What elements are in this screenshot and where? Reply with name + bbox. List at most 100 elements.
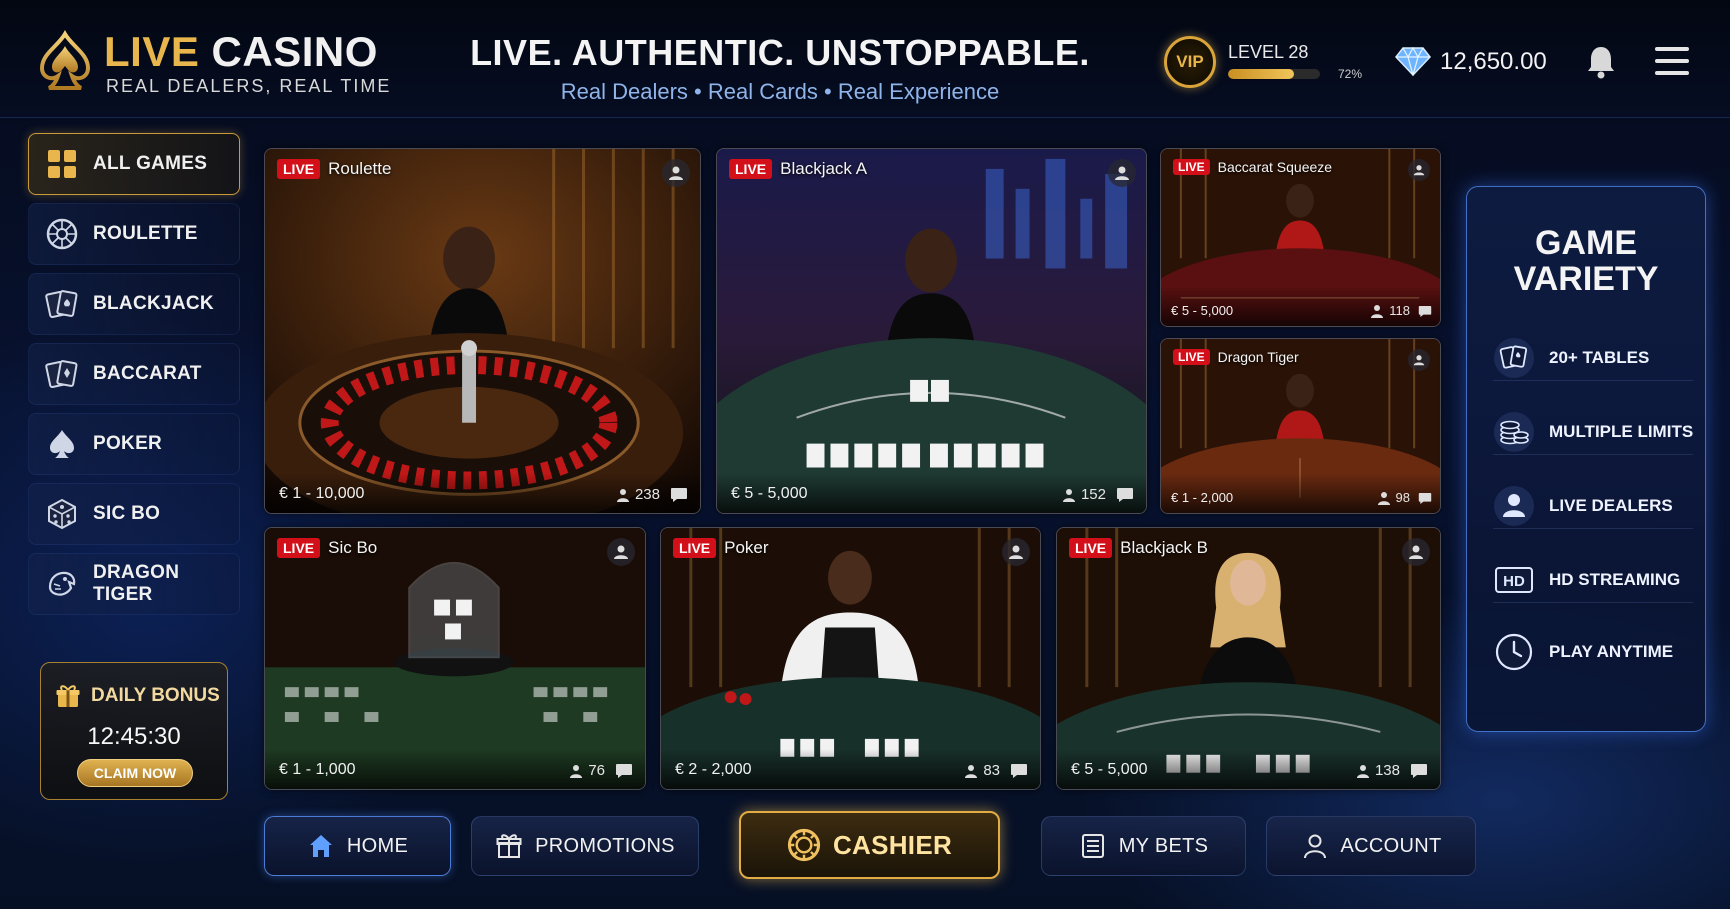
dealer-info-icon[interactable] — [1002, 538, 1030, 566]
variety-item-dealers: LIVE DEALERS — [1493, 483, 1693, 529]
variety-label: PLAY ANYTIME — [1549, 642, 1674, 661]
variety-item-anytime: PLAY ANYTIME — [1493, 629, 1693, 675]
logo-title-live: LIVE — [104, 28, 200, 75]
player-count-value: 238 — [634, 486, 660, 503]
subtagline: Real Dealers • Real Cards • Real Experie… — [560, 79, 1000, 104]
chat-icon[interactable] — [1010, 763, 1028, 779]
user-icon — [570, 764, 583, 778]
game-variety-title: GAME VARIETY — [1467, 225, 1705, 297]
balance-value[interactable]: 12,650.00 — [1440, 48, 1547, 76]
live-badge: LIVE — [277, 159, 321, 179]
card-header: LIVE Blackjack B — [1069, 538, 1208, 558]
live-badge: LIVE — [729, 159, 773, 179]
nav-label: ACCOUNT — [1340, 834, 1442, 857]
live-badge: LIVE — [277, 538, 321, 558]
game-title: Roulette — [328, 159, 392, 178]
live-badge: LIVE — [1173, 349, 1210, 365]
user-icon — [1377, 491, 1390, 505]
dealer-info-icon[interactable] — [662, 159, 690, 187]
player-count: 118 — [1370, 303, 1410, 318]
player-count-value: 138 — [1374, 762, 1400, 779]
game-card-sic-bo[interactable]: LIVE Sic Bo € 1 - 1,000 76 — [264, 527, 646, 790]
level-progress-text: 72% — [1338, 67, 1363, 81]
card-footer: € 1 - 1,000 76 — [265, 749, 645, 789]
daily-bonus-timer: 12:45:30 — [87, 723, 181, 750]
level-label: LEVEL 28 — [1228, 42, 1309, 62]
chat-icon[interactable] — [615, 763, 633, 779]
sidebar-item-baccarat[interactable]: BACCARAT — [28, 343, 240, 405]
player-count: 83 — [964, 762, 1000, 779]
daily-bonus-card: DAILY BONUS 12:45:30 CLAIM NOW — [40, 662, 228, 800]
user-icon — [965, 764, 978, 778]
dealer-info-icon[interactable] — [1408, 349, 1430, 371]
live-badge: LIVE — [1069, 538, 1113, 558]
card-header: LIVE Roulette — [277, 159, 391, 179]
user-icon — [616, 488, 629, 502]
card-footer: € 5 - 5,000 118 — [1161, 286, 1440, 326]
card-footer: € 2 - 2,000 83 — [661, 749, 1040, 789]
cards-icon — [45, 290, 78, 319]
game-title: Sic Bo — [328, 538, 378, 557]
bet-limits: € 1 - 10,000 — [279, 485, 365, 502]
sidebar-item-label: SIC BO — [93, 503, 161, 524]
game-title: Baccarat Squeeze — [1217, 159, 1333, 175]
chat-icon[interactable] — [670, 487, 688, 503]
player-count: 98 — [1377, 490, 1410, 505]
dealer-info-icon[interactable] — [1402, 538, 1430, 566]
bell-icon[interactable] — [1585, 44, 1617, 80]
sidebar-item-blackjack[interactable]: BLACKJACK — [28, 273, 240, 335]
bet-limits: € 1 - 2,000 — [1171, 490, 1234, 505]
dealer-info-icon[interactable] — [1408, 159, 1430, 181]
user-icon — [1062, 488, 1075, 502]
sidebar-item-all-games[interactable]: ALL GAMES — [28, 133, 240, 195]
dealer-info-icon[interactable] — [1108, 159, 1136, 187]
bet-limits: € 5 - 5,000 — [1071, 761, 1148, 778]
user-icon — [1356, 764, 1369, 778]
sidebar-item-poker[interactable]: POKER — [28, 413, 240, 475]
nav-cashier-button[interactable]: CASHIER — [739, 811, 1000, 879]
chat-icon[interactable] — [1116, 487, 1134, 503]
bet-limits: € 5 - 5,000 — [1171, 303, 1234, 318]
player-count-value: 76 — [588, 762, 605, 779]
card-header: LIVE Poker — [673, 538, 769, 558]
sidebar-item-dragon-tiger[interactable]: DRAGON TIGER — [28, 553, 240, 615]
player-count: 238 — [616, 486, 660, 503]
live-badge: LIVE — [1173, 159, 1210, 175]
dealer-info-icon[interactable] — [607, 538, 635, 566]
game-variety-panel: GAME VARIETY 20+ TABLES MULTIPLE LIMITS … — [1466, 186, 1706, 732]
vip-badge[interactable]: VIP — [1164, 36, 1216, 88]
clock-icon — [1495, 633, 1533, 671]
game-variety-title-line2: VARIETY — [1513, 260, 1659, 298]
menu-icon[interactable] — [1655, 47, 1689, 77]
spade-logo-icon — [39, 30, 91, 90]
logo[interactable]: LIVE CASINO REAL DEALERS, REAL TIME — [36, 28, 389, 98]
game-card-blackjack-a[interactable]: LIVE Blackjack A € 5 - 5,000 152 — [716, 148, 1147, 514]
hd-badge-text: HD — [1503, 573, 1525, 590]
variety-label: HD STREAMING — [1549, 569, 1681, 589]
player-count: 152 — [1062, 486, 1106, 503]
nav-account-button[interactable]: ACCOUNT — [1266, 816, 1476, 876]
variety-label: MULTIPLE LIMITS — [1549, 421, 1694, 441]
chat-icon[interactable] — [1418, 305, 1432, 318]
chat-icon[interactable] — [1418, 492, 1432, 505]
chat-icon[interactable] — [1410, 763, 1428, 779]
game-card-poker[interactable]: LIVE Poker € 2 - 2,000 83 — [660, 527, 1041, 790]
level-progress-bar — [1228, 69, 1320, 79]
claim-now-button[interactable]: CLAIM NOW — [77, 759, 193, 787]
player-count: 138 — [1356, 762, 1400, 779]
variety-label: LIVE DEALERS — [1549, 495, 1673, 515]
sidebar-item-sic-bo[interactable]: SIC BO — [28, 483, 240, 545]
nav-my-bets-button[interactable]: MY BETS — [1041, 816, 1246, 876]
game-card-dragon-tiger[interactable]: LIVE Dragon Tiger € 1 - 2,000 98 — [1160, 338, 1441, 514]
game-card-baccarat-squeeze[interactable]: LIVE Baccarat Squeeze € 5 - 5,000 118 — [1160, 148, 1441, 327]
sidebar-item-roulette[interactable]: ROULETTE — [28, 203, 240, 265]
nav-promotions-button[interactable]: PROMOTIONS — [471, 816, 699, 876]
game-card-roulette[interactable]: LIVE Roulette € 1 - 10,000 238 — [264, 148, 701, 514]
dice-icon — [48, 498, 76, 530]
nav-home-button[interactable]: HOME — [264, 816, 451, 876]
card-footer: € 5 - 5,000 152 — [717, 473, 1146, 513]
card-footer: € 1 - 2,000 98 — [1161, 473, 1440, 513]
nav-label: PROMOTIONS — [535, 834, 675, 857]
game-title: Poker — [724, 538, 769, 557]
game-card-blackjack-b[interactable]: LIVE Blackjack B € 5 - 5,000 138 — [1056, 527, 1441, 790]
